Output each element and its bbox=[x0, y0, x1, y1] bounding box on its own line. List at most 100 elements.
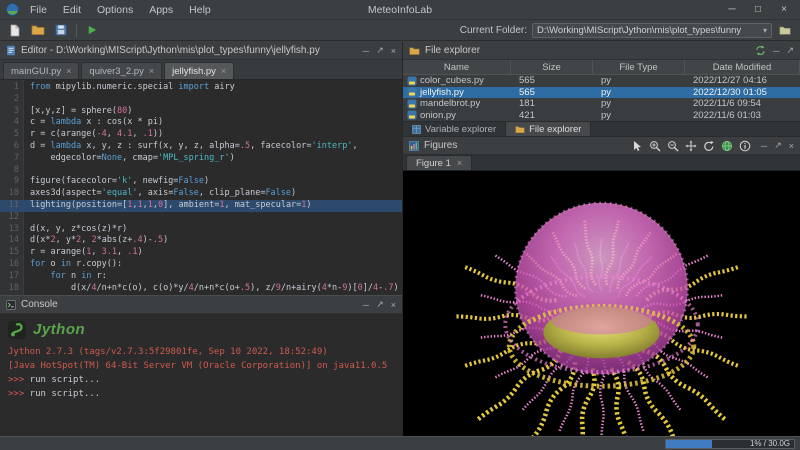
zoom-in-icon[interactable] bbox=[649, 140, 661, 152]
new-file-button[interactable] bbox=[7, 22, 23, 38]
memory-indicator: 1% / 30.0G bbox=[665, 438, 795, 449]
window-close-button[interactable]: × bbox=[772, 1, 796, 19]
line-number: 1 bbox=[13, 82, 19, 92]
code-editor[interactable]: 1 from mipylib.numeric.special import air… bbox=[0, 80, 402, 295]
refresh-icon[interactable] bbox=[755, 45, 766, 56]
open-file-button[interactable] bbox=[30, 22, 46, 38]
tab-close-icon[interactable]: × bbox=[457, 158, 462, 168]
menu-apps[interactable]: Apps bbox=[141, 3, 181, 17]
code-line-5[interactable]: 5r = c(arange(-4, 4.1, .1)) bbox=[0, 129, 402, 141]
code-line-10[interactable]: 10 axes3d(aspect='equal', axis=False, cli… bbox=[0, 188, 402, 200]
code-line-16[interactable]: 16 for o in r.copy(): bbox=[0, 259, 402, 271]
panel-float-icon[interactable]: ↗ bbox=[774, 140, 782, 151]
line-number: 14 bbox=[8, 235, 19, 246]
run-script-button[interactable] bbox=[84, 22, 100, 38]
tab-figure-1[interactable]: Figure 1 × bbox=[406, 155, 473, 170]
tab-jellyfish-py[interactable]: jellyfish.py × bbox=[164, 62, 235, 79]
tab-label: File explorer bbox=[529, 123, 582, 135]
rotate-icon[interactable] bbox=[703, 140, 715, 152]
tab-quiver3-2-py[interactable]: quiver3_2.py × bbox=[81, 62, 163, 79]
tab-variable-explorer[interactable]: Variable explorer bbox=[403, 122, 507, 136]
code-line-6[interactable]: 6d = lambda x, y, z : surf(x, y, z, alph… bbox=[0, 141, 402, 153]
file-explorer-title: File explorer bbox=[425, 45, 481, 56]
save-file-button[interactable] bbox=[53, 22, 69, 38]
code-line-3[interactable]: 3 [x,y,z] = sphere(80) bbox=[0, 106, 402, 118]
menu-options[interactable]: Options bbox=[89, 3, 141, 17]
right-column: File explorer ─ ↗ Name Size File Type Da… bbox=[403, 42, 800, 436]
file-row[interactable]: color_cubes.py 565 py 2022/12/27 04:16 bbox=[403, 75, 800, 87]
figures-panel-header: Figures ─ ↗ × bbox=[403, 137, 800, 155]
memory-usage-label: 1% / 30.0G bbox=[749, 439, 790, 448]
tab-close-icon[interactable]: × bbox=[149, 66, 154, 76]
zoom-out-icon[interactable] bbox=[667, 140, 679, 152]
window-maximize-button[interactable]: □ bbox=[746, 1, 770, 19]
console-body[interactable]: Jython Jython 2.7.3 (tags/v2.7.3:5f29801… bbox=[0, 314, 402, 436]
code-line-13[interactable]: 13 d(x, y, z*cos(z)*r) bbox=[0, 224, 402, 236]
current-folder-combobox[interactable]: D:\Working\MIScript\Jython\mis\plot_type… bbox=[532, 22, 772, 38]
window-title: MeteoInfoLab bbox=[367, 3, 433, 16]
code-line-18[interactable]: 18 d(x/4/n+n*c(o), c(o)*y/4/n+n*c(o+.5),… bbox=[0, 283, 402, 295]
figure-canvas[interactable] bbox=[403, 171, 800, 436]
line-number: 7 bbox=[13, 152, 19, 163]
jython-snake-icon bbox=[8, 321, 26, 339]
code-line-9[interactable]: 9 figure(facecolor='k', newfig=False) bbox=[0, 176, 402, 188]
code-line-1[interactable]: 1 from mipylib.numeric.special import air… bbox=[0, 82, 402, 94]
browse-folder-button[interactable] bbox=[777, 22, 793, 38]
code-line-11[interactable]: 11 lighting(position=[1,1,1,0], ambient=1… bbox=[0, 199, 402, 212]
panel-minimize-icon[interactable]: ─ bbox=[363, 300, 369, 310]
panel-minimize-icon[interactable]: ─ bbox=[773, 46, 779, 56]
select-cursor-icon[interactable] bbox=[631, 140, 643, 152]
file-row[interactable]: mandelbrot.py 181 py 2022/11/6 09:54 bbox=[403, 98, 800, 110]
panel-close-icon[interactable]: × bbox=[789, 141, 794, 151]
file-row[interactable]: jellyfish.py 565 py 2022/12/30 01:05 bbox=[403, 86, 800, 98]
line-number: 10 bbox=[8, 188, 19, 199]
figures-panel-title: Figures bbox=[424, 140, 458, 151]
column-header-name[interactable]: Name bbox=[403, 60, 511, 74]
panel-close-icon[interactable]: × bbox=[391, 46, 396, 56]
tab-label: Variable explorer bbox=[425, 123, 497, 135]
code-line-7[interactable]: 7 edgecolor=None, cmap='MPL_spring_r') bbox=[0, 153, 402, 165]
menu-file[interactable]: File bbox=[22, 3, 55, 17]
panel-minimize-icon[interactable]: ─ bbox=[363, 46, 369, 56]
panel-close-icon[interactable]: × bbox=[391, 300, 396, 310]
console-lines: Jython 2.7.3 (tags/v2.7.3:5f29801fe, Sep… bbox=[8, 345, 394, 401]
panel-float-icon[interactable]: ↗ bbox=[786, 45, 794, 56]
window-controls: ─ □ × bbox=[720, 1, 796, 19]
console-icon bbox=[6, 299, 16, 310]
current-folder-path: D:\Working\MIScript\Jython\mis\plot_type… bbox=[537, 24, 742, 36]
open-folder-icon bbox=[31, 25, 45, 35]
tab-maingui-py[interactable]: mainGUI.py × bbox=[3, 62, 80, 79]
tab-file-explorer[interactable]: File explorer bbox=[506, 122, 592, 136]
panel-float-icon[interactable]: ↗ bbox=[376, 45, 384, 56]
explorer-tab-strip: Variable explorer File explorer bbox=[403, 121, 800, 137]
panel-float-icon[interactable]: ↗ bbox=[376, 299, 384, 310]
identify-info-icon[interactable] bbox=[739, 140, 751, 152]
code-line-14[interactable]: 14 d(x*2, y*2, 2*abs(z+.4)-.5) bbox=[0, 235, 402, 247]
code-line-17[interactable]: 17 for n in r: bbox=[0, 271, 402, 283]
globe-icon[interactable] bbox=[721, 140, 733, 152]
file-explorer-buttons: ─ ↗ bbox=[755, 45, 794, 56]
panel-minimize-icon[interactable]: ─ bbox=[761, 141, 767, 151]
column-header-date-modified[interactable]: Date Modified bbox=[685, 60, 800, 74]
column-header-size[interactable]: Size bbox=[511, 60, 593, 74]
line-number: 17 bbox=[8, 270, 19, 281]
browse-folder-icon bbox=[779, 26, 791, 35]
editor-icon bbox=[7, 45, 15, 56]
code-line-8[interactable]: 8 bbox=[0, 165, 402, 177]
figure-tabbar: Figure 1 × bbox=[403, 155, 800, 171]
tab-close-icon[interactable]: × bbox=[221, 66, 226, 76]
console-panel: Console ─ ↗ × Jython Jython 2.7.3 (tags/… bbox=[0, 295, 402, 436]
code-line-4[interactable]: 4c = lambda x : cos(x * pi) bbox=[0, 117, 402, 129]
meteoinfolab-window: File Edit Options Apps Help MeteoInfoLab… bbox=[0, 0, 800, 450]
menu-help[interactable]: Help bbox=[181, 3, 219, 17]
file-row[interactable]: onion.py 421 py 2022/11/6 01:03 bbox=[403, 110, 800, 122]
code-line-2[interactable]: 2 bbox=[0, 94, 402, 106]
tab-close-icon[interactable]: × bbox=[66, 66, 71, 76]
jython-logo: Jython bbox=[8, 317, 394, 343]
window-minimize-button[interactable]: ─ bbox=[720, 1, 744, 19]
column-header-file-type[interactable]: File Type bbox=[593, 60, 685, 74]
code-line-12[interactable]: 12 bbox=[0, 212, 402, 224]
menu-edit[interactable]: Edit bbox=[55, 3, 89, 17]
pan-icon[interactable] bbox=[685, 140, 697, 152]
code-line-15[interactable]: 15 r = arange(1, 3.1, .1) bbox=[0, 247, 402, 259]
